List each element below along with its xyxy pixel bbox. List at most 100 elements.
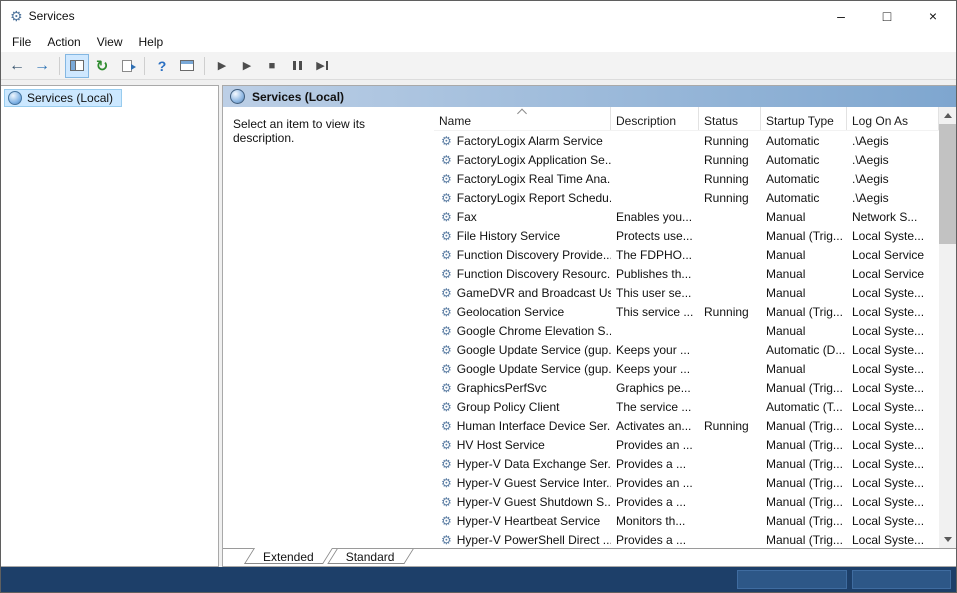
menu-view[interactable]: View xyxy=(89,33,131,51)
cell-name: ⚙Google Update Service (gup... xyxy=(434,343,611,357)
cell-name: ⚙Hyper-V Data Exchange Ser... xyxy=(434,457,611,471)
column-header-log-on-as[interactable]: Log On As xyxy=(847,107,939,130)
start-service-icon: ▶ xyxy=(218,59,226,72)
table-row[interactable]: ⚙Hyper-V Heartbeat ServiceMonitors th...… xyxy=(434,511,956,530)
menu-file[interactable]: File xyxy=(4,33,39,51)
cell-status: Running xyxy=(699,172,761,186)
cell-status: Running xyxy=(699,305,761,319)
column-header-description[interactable]: Description xyxy=(611,107,699,130)
cell-status: Running xyxy=(699,191,761,205)
services-header-icon xyxy=(230,89,245,104)
cell-name: ⚙Geolocation Service xyxy=(434,305,611,319)
cell-log-on-as: Local Service xyxy=(847,267,939,281)
scrollbar-track[interactable] xyxy=(939,124,956,531)
table-row[interactable]: ⚙Function Discovery Resourc...Publishes … xyxy=(434,264,956,283)
toolbar-separator xyxy=(59,57,60,75)
table-row[interactable]: ⚙Geolocation ServiceThis service ...Runn… xyxy=(434,302,956,321)
maximize-button[interactable]: □ xyxy=(864,1,910,31)
service-gear-icon: ⚙ xyxy=(441,154,452,166)
table-row[interactable]: ⚙FactoryLogix Real Time Ana...RunningAut… xyxy=(434,169,956,188)
table-row[interactable]: ⚙Google Chrome Elevation S...ManualLocal… xyxy=(434,321,956,340)
table-row[interactable]: ⚙Hyper-V Guest Shutdown S...Provides a .… xyxy=(434,492,956,511)
table-row[interactable]: ⚙Hyper-V PowerShell Direct ...Provides a… xyxy=(434,530,956,548)
column-header-name[interactable]: Name xyxy=(434,107,611,130)
titlebar: ⚙ Services – □ × xyxy=(1,1,956,31)
toolbar-separator xyxy=(144,57,145,75)
refresh-button[interactable]: ↻ xyxy=(90,54,114,78)
cell-description: Monitors th... xyxy=(611,514,699,528)
cell-startup-type: Manual xyxy=(761,210,847,224)
service-gear-icon: ⚙ xyxy=(441,173,452,185)
cell-description: Provides an ... xyxy=(611,438,699,452)
cell-startup-type: Manual (Trig... xyxy=(761,381,847,395)
start-service-button[interactable]: ▶ xyxy=(210,54,234,78)
cell-log-on-as: Local Syste... xyxy=(847,419,939,433)
cell-startup-type: Manual xyxy=(761,286,847,300)
tree-item-services-local[interactable]: Services (Local) xyxy=(4,89,122,107)
cell-log-on-as: Local Syste... xyxy=(847,400,939,414)
back-button[interactable]: ← xyxy=(5,54,29,78)
service-gear-icon: ⚙ xyxy=(441,192,452,204)
service-gear-icon: ⚙ xyxy=(441,306,452,318)
minimize-button[interactable]: – xyxy=(818,1,864,31)
tab-standard[interactable]: Standard xyxy=(332,549,409,566)
table-row[interactable]: ⚙GameDVR and Broadcast Us...This user se… xyxy=(434,283,956,302)
table-row[interactable]: ⚙Human Interface Device Ser...Activates … xyxy=(434,416,956,435)
scrollbar-up-button[interactable] xyxy=(939,107,956,124)
vertical-scrollbar[interactable] xyxy=(939,107,956,548)
help-button[interactable]: ? xyxy=(150,54,174,78)
cell-log-on-as: Local Syste... xyxy=(847,514,939,528)
cell-startup-type: Manual (Trig... xyxy=(761,229,847,243)
table-row[interactable]: ⚙FactoryLogix Application Se...RunningAu… xyxy=(434,150,956,169)
cell-name: ⚙Hyper-V Guest Service Inter... xyxy=(434,476,611,490)
cell-name: ⚙Google Update Service (gup... xyxy=(434,362,611,376)
cell-log-on-as: Local Syste... xyxy=(847,438,939,452)
cell-name: ⚙Function Discovery Resourc... xyxy=(434,267,611,281)
stop-service-button[interactable]: ■ xyxy=(260,54,284,78)
refresh-icon: ↻ xyxy=(96,57,109,75)
scrollbar-down-button[interactable] xyxy=(939,531,956,548)
services-node-icon xyxy=(8,91,22,105)
pause-service-button[interactable] xyxy=(285,54,309,78)
cell-startup-type: Automatic xyxy=(761,172,847,186)
cell-startup-type: Automatic xyxy=(761,191,847,205)
cell-log-on-as: Local Syste... xyxy=(847,324,939,338)
cell-name: ⚙Google Chrome Elevation S... xyxy=(434,324,611,338)
menu-action[interactable]: Action xyxy=(39,33,88,51)
table-row[interactable]: ⚙Group Policy ClientThe service ...Autom… xyxy=(434,397,956,416)
forward-button[interactable]: → xyxy=(30,54,54,78)
cell-name: ⚙File History Service xyxy=(434,229,611,243)
table-row[interactable]: ⚙FaxEnables you...ManualNetwork S... xyxy=(434,207,956,226)
table-row[interactable]: ⚙Hyper-V Data Exchange Ser...Provides a … xyxy=(434,454,956,473)
resume-service-button[interactable]: ▶ xyxy=(235,54,259,78)
restart-service-button[interactable]: ▶ xyxy=(310,54,334,78)
table-row[interactable]: ⚙FactoryLogix Alarm ServiceRunningAutoma… xyxy=(434,131,956,150)
table-row[interactable]: ⚙Google Update Service (gup...Keeps your… xyxy=(434,359,956,378)
cell-description: This service ... xyxy=(611,305,699,319)
close-button[interactable]: × xyxy=(910,1,956,31)
scrollbar-thumb[interactable] xyxy=(939,124,956,244)
table-row[interactable]: ⚙Google Update Service (gup...Keeps your… xyxy=(434,340,956,359)
cell-startup-type: Manual (Trig... xyxy=(761,533,847,547)
tab-extended[interactable]: Extended xyxy=(249,549,328,566)
table-row[interactable]: ⚙HV Host ServiceProvides an ...Manual (T… xyxy=(434,435,956,454)
export-list-button[interactable] xyxy=(115,54,139,78)
service-gear-icon: ⚙ xyxy=(441,439,452,451)
cell-startup-type: Manual xyxy=(761,248,847,262)
help-icon: ? xyxy=(158,58,167,74)
table-row[interactable]: ⚙FactoryLogix Report Schedu...RunningAut… xyxy=(434,188,956,207)
show-action-pane-button[interactable] xyxy=(175,54,199,78)
show-console-tree-button[interactable] xyxy=(65,54,89,78)
forward-icon: → xyxy=(34,57,50,75)
column-header-startup-type[interactable]: Startup Type xyxy=(761,107,847,130)
cell-status: Running xyxy=(699,419,761,433)
table-row[interactable]: ⚙GraphicsPerfSvcGraphics pe...Manual (Tr… xyxy=(434,378,956,397)
cell-log-on-as: Local Service xyxy=(847,248,939,262)
table-row[interactable]: ⚙Function Discovery Provide...The FDPHO.… xyxy=(434,245,956,264)
menu-help[interactable]: Help xyxy=(131,33,172,51)
service-gear-icon: ⚙ xyxy=(441,325,452,337)
table-row[interactable]: ⚙Hyper-V Guest Service Inter...Provides … xyxy=(434,473,956,492)
column-header-status[interactable]: Status xyxy=(699,107,761,130)
table-row[interactable]: ⚙File History ServiceProtects use...Manu… xyxy=(434,226,956,245)
console-tree-panel: Services (Local) xyxy=(1,85,219,567)
